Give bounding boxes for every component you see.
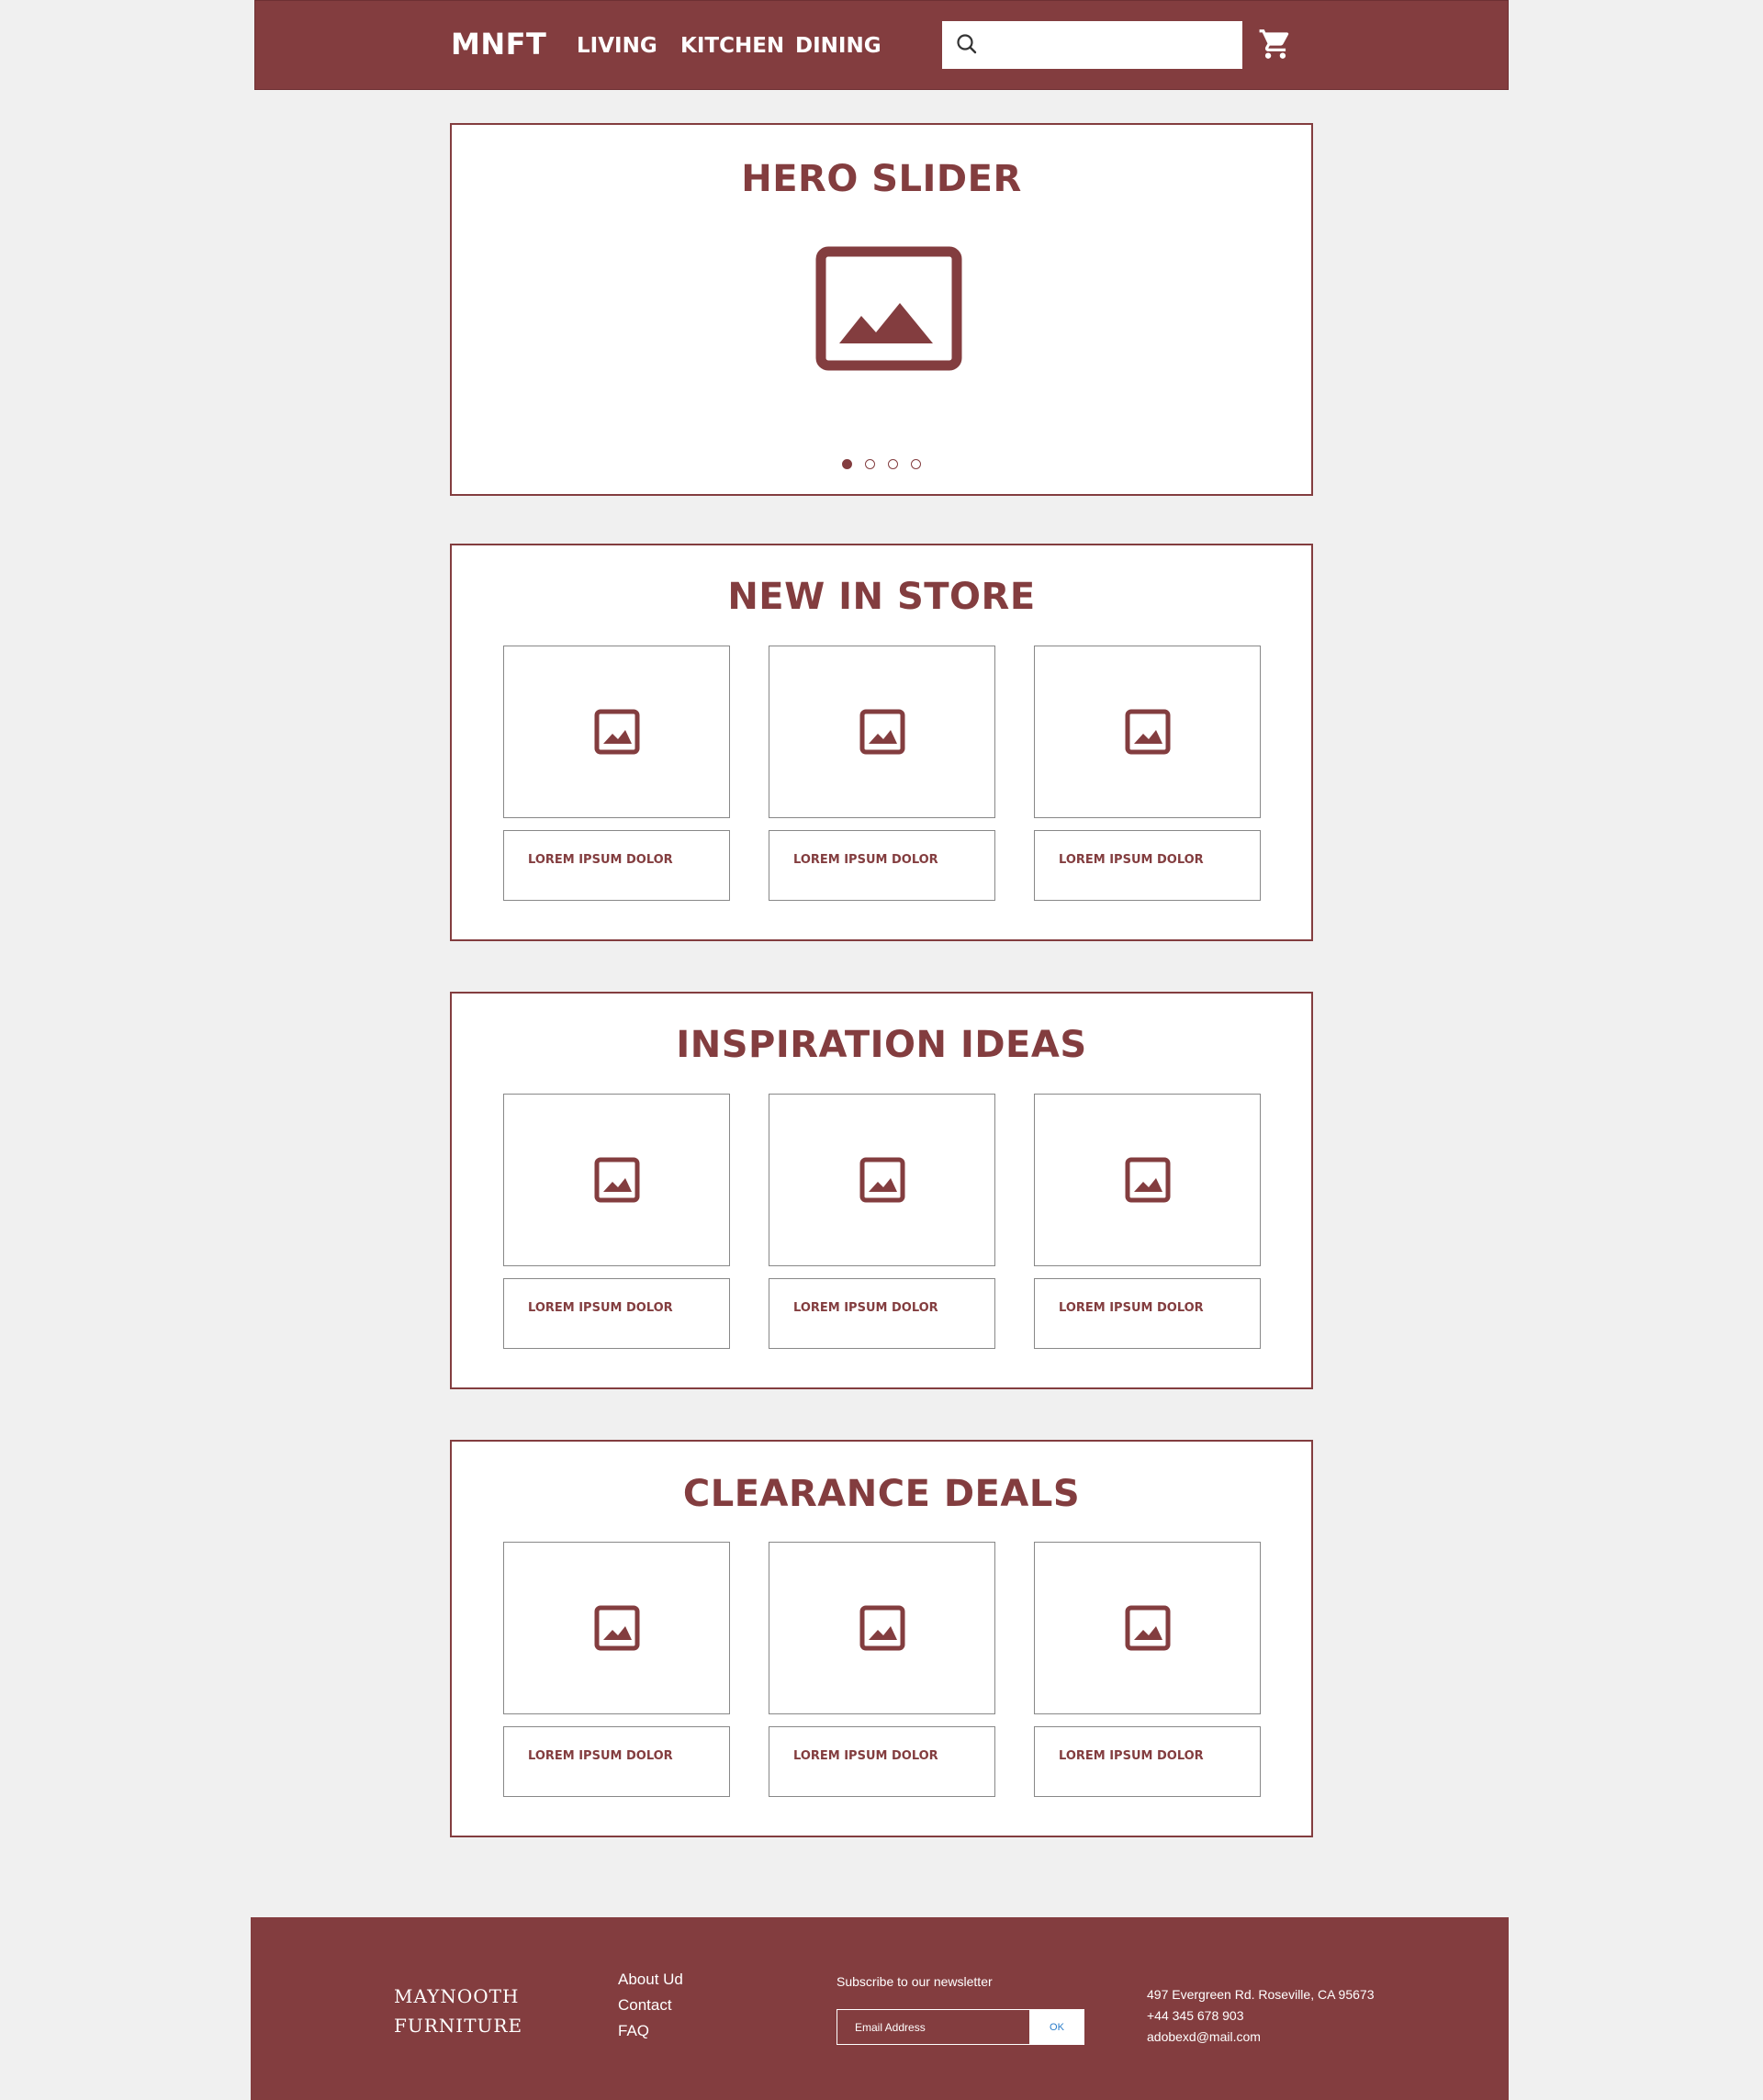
image-placeholder-icon: [594, 1157, 640, 1203]
image-placeholder-icon[interactable]: [815, 246, 962, 371]
search-bar[interactable]: [942, 21, 1242, 69]
product-label-card[interactable]: LOREM IPSUM DOLOR: [1034, 830, 1261, 901]
product-image-card[interactable]: [769, 1542, 995, 1714]
slider-dot-4[interactable]: [911, 459, 921, 469]
product-label: LOREM IPSUM DOLOR: [528, 1301, 673, 1315]
section-new-in-store: NEW IN STORE LOREM IPSUM DOLOR LOREM IPS…: [450, 544, 1313, 941]
product-label: LOREM IPSUM DOLOR: [528, 1749, 673, 1763]
image-placeholder-icon: [859, 709, 905, 755]
product-label-card[interactable]: LOREM IPSUM DOLOR: [769, 1278, 995, 1349]
search-icon[interactable]: [955, 32, 979, 56]
product-label: LOREM IPSUM DOLOR: [1059, 853, 1204, 867]
product-label: LOREM IPSUM DOLOR: [793, 1749, 938, 1763]
image-placeholder-icon: [1125, 709, 1171, 755]
hero-slider: HERO SLIDER: [450, 123, 1313, 496]
contact-phone: +44 345 678 903: [1147, 2008, 1244, 2023]
site-footer: MAYNOOTH FURNITURE About Ud Contact FAQ …: [251, 1917, 1509, 2100]
product-image-card[interactable]: [503, 646, 730, 818]
product-label: LOREM IPSUM DOLOR: [1059, 1749, 1204, 1763]
footer-link-about[interactable]: About Ud: [618, 1971, 683, 1989]
section-clearance-deals: CLEARANCE DEALS LOREM IPSUM DOLOR LOREM …: [450, 1440, 1313, 1837]
product-image-card[interactable]: [503, 1542, 730, 1714]
image-placeholder-icon: [859, 1605, 905, 1651]
product-image-card[interactable]: [503, 1094, 730, 1266]
section-title: NEW IN STORE: [727, 576, 1036, 618]
product-label-card[interactable]: LOREM IPSUM DOLOR: [503, 1278, 730, 1349]
cart-icon[interactable]: [1258, 27, 1293, 62]
slider-dots: [452, 459, 1311, 469]
product-label: LOREM IPSUM DOLOR: [528, 853, 673, 867]
product-image-card[interactable]: [1034, 646, 1261, 818]
image-placeholder-icon: [594, 709, 640, 755]
section-inspiration-ideas: INSPIRATION IDEAS LOREM IPSUM DOLOR LORE…: [450, 992, 1313, 1389]
site-header: MNFT LIVING KITCHEN DINING: [254, 0, 1509, 90]
product-label-card[interactable]: LOREM IPSUM DOLOR: [769, 830, 995, 901]
product-label-card[interactable]: LOREM IPSUM DOLOR: [769, 1726, 995, 1797]
slider-dot-1[interactable]: [842, 459, 852, 469]
section-title: CLEARANCE DEALS: [682, 1473, 1081, 1515]
nav-item-dining[interactable]: DINING: [795, 34, 882, 58]
contact-email[interactable]: adobexd@mail.com: [1147, 2029, 1261, 2044]
nav-item-kitchen[interactable]: KITCHEN: [680, 34, 784, 58]
product-label: LOREM IPSUM DOLOR: [793, 853, 938, 867]
image-placeholder-icon: [594, 1605, 640, 1651]
product-label-card[interactable]: LOREM IPSUM DOLOR: [503, 830, 730, 901]
hero-title: HERO SLIDER: [741, 158, 1022, 200]
footer-link-contact[interactable]: Contact: [618, 1996, 672, 2015]
footer-link-faq[interactable]: FAQ: [618, 2022, 649, 2040]
product-image-card[interactable]: [769, 1094, 995, 1266]
search-input[interactable]: [986, 28, 1233, 62]
brand-logo[interactable]: MNFT: [451, 27, 546, 62]
footer-brand: MAYNOOTH FURNITURE: [394, 1982, 522, 2040]
newsletter-label: Subscribe to our newsletter: [837, 1974, 993, 1989]
product-label-card[interactable]: LOREM IPSUM DOLOR: [1034, 1726, 1261, 1797]
newsletter-ok-button[interactable]: OK: [1029, 2009, 1084, 2045]
product-image-card[interactable]: [1034, 1094, 1261, 1266]
contact-address: 497 Evergreen Rd. Roseville, CA 95673: [1147, 1987, 1375, 2002]
product-label-card[interactable]: LOREM IPSUM DOLOR: [503, 1726, 730, 1797]
product-image-card[interactable]: [1034, 1542, 1261, 1714]
image-placeholder-icon: [859, 1157, 905, 1203]
product-label: LOREM IPSUM DOLOR: [1059, 1301, 1204, 1315]
product-label-card[interactable]: LOREM IPSUM DOLOR: [1034, 1278, 1261, 1349]
footer-brand-line-2: FURNITURE: [394, 2015, 523, 2037]
slider-dot-3[interactable]: [888, 459, 898, 469]
section-title: INSPIRATION IDEAS: [676, 1024, 1087, 1066]
product-label: LOREM IPSUM DOLOR: [793, 1301, 938, 1315]
image-placeholder-icon: [1125, 1605, 1171, 1651]
image-placeholder-icon: [1125, 1157, 1171, 1203]
nav-item-living[interactable]: LIVING: [577, 34, 657, 58]
footer-brand-line-1: MAYNOOTH: [394, 1985, 520, 2007]
newsletter-email-field[interactable]: [837, 2009, 1029, 2045]
slider-dot-2[interactable]: [865, 459, 875, 469]
product-image-card[interactable]: [769, 646, 995, 818]
